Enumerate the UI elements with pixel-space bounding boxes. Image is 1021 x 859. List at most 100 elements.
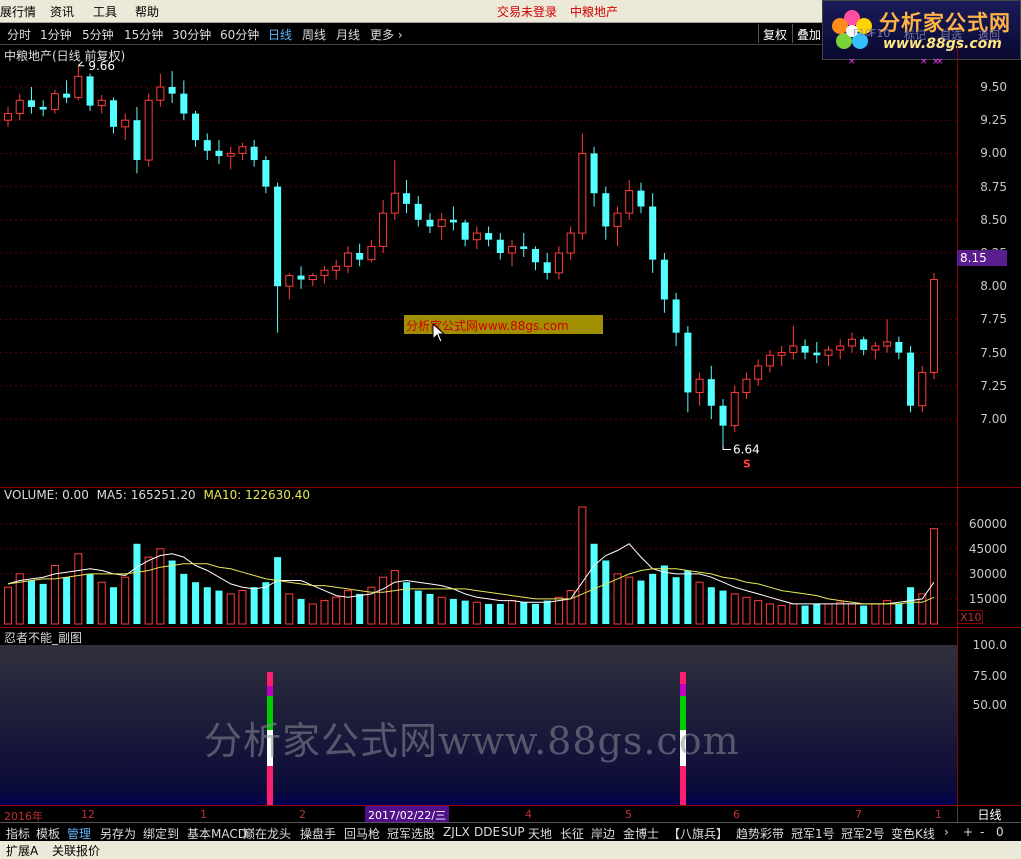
- candle: [356, 243, 364, 267]
- tab-template[interactable]: 模板: [36, 825, 60, 842]
- volume-axis-tick: 45000: [968, 541, 1007, 556]
- tab-trend-ribbon[interactable]: 趋势彩带: [736, 825, 784, 842]
- main-chart-pane[interactable]: 中粮地产(日线 前复权) 9.66 6.64 S × × × ×: [0, 46, 957, 487]
- volume-bar: [719, 590, 727, 624]
- sub-axis-tick: 100.0: [972, 638, 1007, 652]
- tab-daily[interactable]: 日线: [268, 26, 292, 43]
- f10-button[interactable]: F10: [853, 28, 871, 39]
- tab-bind-to[interactable]: 绑定到: [143, 825, 179, 842]
- tab-anbian[interactable]: 岸边: [591, 825, 615, 842]
- watermark-text: 分析家公式网www.88gs.com: [204, 719, 740, 763]
- overlay-button[interactable]: 叠加: [792, 24, 825, 43]
- volume-bar: [660, 565, 668, 624]
- tab-60min[interactable]: 60分钟: [220, 26, 259, 43]
- tab-weekly[interactable]: 周线: [302, 26, 326, 43]
- date-axis[interactable]: 2016年 12 1 2 2017/02/22/三 4 5 6 7 1 日线: [0, 805, 1021, 823]
- volume-bar: [847, 603, 856, 625]
- candle: [27, 87, 35, 114]
- sub-axis-tick: 75.00: [972, 669, 1007, 683]
- price-axis-tick: 7.25: [980, 378, 1007, 393]
- volume-bar-chart[interactable]: [0, 487, 957, 627]
- candle: [895, 336, 903, 360]
- reset-button[interactable]: 0: [996, 825, 1004, 839]
- menu-item-tools[interactable]: 工具: [93, 3, 117, 20]
- tab-monthly[interactable]: 月线: [336, 26, 360, 43]
- tab-changzheng[interactable]: 长征: [560, 825, 584, 842]
- back-button[interactable]: 返回: [978, 27, 1000, 43]
- menu-item-market[interactable]: 展行情: [0, 3, 36, 20]
- status-extend-a[interactable]: 扩展A: [6, 842, 38, 859]
- watchlist-button[interactable]: 自选: [940, 27, 962, 43]
- tab-intraday[interactable]: 分时: [7, 26, 31, 43]
- volume-bar: [63, 577, 71, 624]
- volume-bar: [860, 605, 868, 624]
- tab-30min[interactable]: 30分钟: [172, 26, 211, 43]
- tab-basic-macd[interactable]: 基本MACD: [187, 825, 247, 842]
- tab-champion-picker[interactable]: 冠军选股: [387, 825, 435, 842]
- candle: [918, 365, 927, 413]
- tab-trader[interactable]: 操盘手: [300, 825, 336, 842]
- candle: [274, 182, 282, 333]
- tab-champion-2[interactable]: 冠军2号: [841, 825, 885, 842]
- low-marker-line: [722, 445, 732, 451]
- candle: [449, 206, 457, 231]
- tab-more[interactable]: 更多 ›: [370, 26, 403, 43]
- tab-1min[interactable]: 1分钟: [40, 26, 72, 43]
- tab-leader[interactable]: 巅在龙头: [243, 825, 291, 842]
- tab-dde[interactable]: DDE: [474, 825, 500, 839]
- candle: [308, 272, 317, 287]
- trade-login-status[interactable]: 交易未登录: [497, 3, 557, 20]
- selected-date-badge: 2017/02/22/三: [365, 806, 450, 822]
- tab-save-as[interactable]: 另存为: [100, 825, 136, 842]
- date-label: 7: [855, 808, 862, 821]
- menu-item-help[interactable]: 帮助: [135, 3, 159, 20]
- f10-button[interactable]: F10: [870, 27, 890, 40]
- candle: [590, 146, 598, 207]
- tab-eight-banners[interactable]: 【八旗兵】: [668, 825, 728, 842]
- tab-tiandi[interactable]: 天地: [528, 825, 552, 842]
- tab-color-kline[interactable]: 变色K线: [891, 825, 935, 842]
- volume-bar: [765, 603, 774, 625]
- volume-bar: [250, 587, 258, 624]
- marker-x-icon: ×: [936, 57, 944, 67]
- tab-champion-1[interactable]: 冠军1号: [791, 825, 835, 842]
- volume-bar: [672, 577, 680, 624]
- candle: [929, 272, 939, 380]
- tab-manage[interactable]: 管理: [67, 825, 91, 842]
- adjust-button[interactable]: 复权: [758, 24, 791, 43]
- candle: [50, 89, 59, 114]
- candle: [602, 186, 610, 240]
- candle: [625, 179, 634, 220]
- candle: [847, 332, 856, 353]
- price-axis-tick: 7.50: [980, 345, 1007, 360]
- tab-5min[interactable]: 5分钟: [82, 26, 114, 43]
- volume-bar: [871, 603, 880, 625]
- zoom-in-button[interactable]: +: [963, 825, 973, 839]
- tab-sup[interactable]: SUP: [501, 825, 525, 839]
- mark-button[interactable]: 标记: [904, 27, 926, 43]
- period-indicator[interactable]: 日线: [957, 806, 1021, 822]
- candle: [226, 146, 235, 170]
- status-linked-quote[interactable]: 关联报价: [52, 842, 100, 859]
- candle: [637, 182, 645, 214]
- candle: [485, 226, 493, 247]
- zoom-out-button[interactable]: -: [980, 825, 984, 839]
- candle: [543, 253, 551, 280]
- volume-bar: [578, 506, 587, 625]
- tab-doctor-gold[interactable]: 金博士: [623, 825, 659, 842]
- tab-15min[interactable]: 15分钟: [124, 26, 163, 43]
- price-axis-tick: 9.50: [980, 80, 1007, 94]
- candle: [144, 93, 153, 167]
- tab-indicator[interactable]: 指标: [6, 825, 30, 842]
- candle: [836, 339, 845, 360]
- tab-huimaqiang[interactable]: 回马枪: [344, 825, 380, 842]
- menu-item-news[interactable]: 资讯: [50, 3, 74, 20]
- volume-bar: [777, 605, 786, 625]
- chevron-right-icon[interactable]: ›: [944, 825, 949, 839]
- candlestick-chart[interactable]: 9.666.64S× × ××: [0, 46, 957, 487]
- volume-bar: [813, 603, 821, 624]
- volume-bar: [144, 556, 153, 625]
- volume-pane[interactable]: VOLUME: 0.00 MA5: 165251.20 MA10: 122630…: [0, 487, 957, 627]
- price-axis-tick: 7.00: [980, 412, 1007, 426]
- tab-zjlx[interactable]: ZJLX: [443, 825, 470, 839]
